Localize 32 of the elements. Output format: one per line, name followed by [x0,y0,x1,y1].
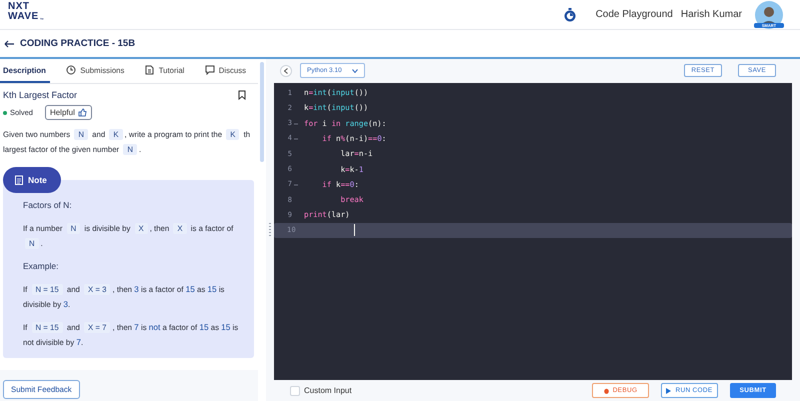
note-heading: Factors of N: [23,199,73,212]
fold-marker-icon[interactable] [294,122,298,125]
chevron-left-icon [284,68,288,74]
page-title: CODING PRACTICE - 15B [20,38,136,49]
resize-handle[interactable] [269,223,271,237]
nav-link[interactable]: Code Playground [596,9,673,20]
thumbs-up-icon [78,108,87,117]
back-arrow-icon[interactable] [4,40,14,48]
status-dot [3,110,7,114]
stopwatch-icon[interactable] [564,8,576,22]
custom-input-checkbox[interactable] [290,386,300,396]
bug-icon [604,388,609,394]
chat-icon [204,65,215,75]
logo-text: NXT [8,2,30,12]
bookmark-icon[interactable] [238,90,246,100]
text-cursor [354,224,355,236]
user-name[interactable]: Harish Kumar [680,9,742,20]
problem-title: Kth Largest Factor [3,90,78,100]
scrollbar-thumb[interactable] [260,62,264,162]
custom-input-label[interactable]: Custom Input [304,386,352,396]
fold-marker-icon[interactable] [294,138,298,140]
chevron-down-icon [352,68,358,73]
note-label: Note [3,167,61,193]
fold-marker-icon[interactable] [294,184,298,186]
logo-text: WAVE [8,12,39,22]
example-heading: Example: [23,260,60,273]
helpful-button[interactable]: Helpful [44,105,92,120]
clock-icon [66,65,76,75]
collapse-button[interactable] [280,64,292,77]
document-icon [144,65,155,75]
play-icon [666,388,672,394]
notepad-icon [15,175,23,185]
